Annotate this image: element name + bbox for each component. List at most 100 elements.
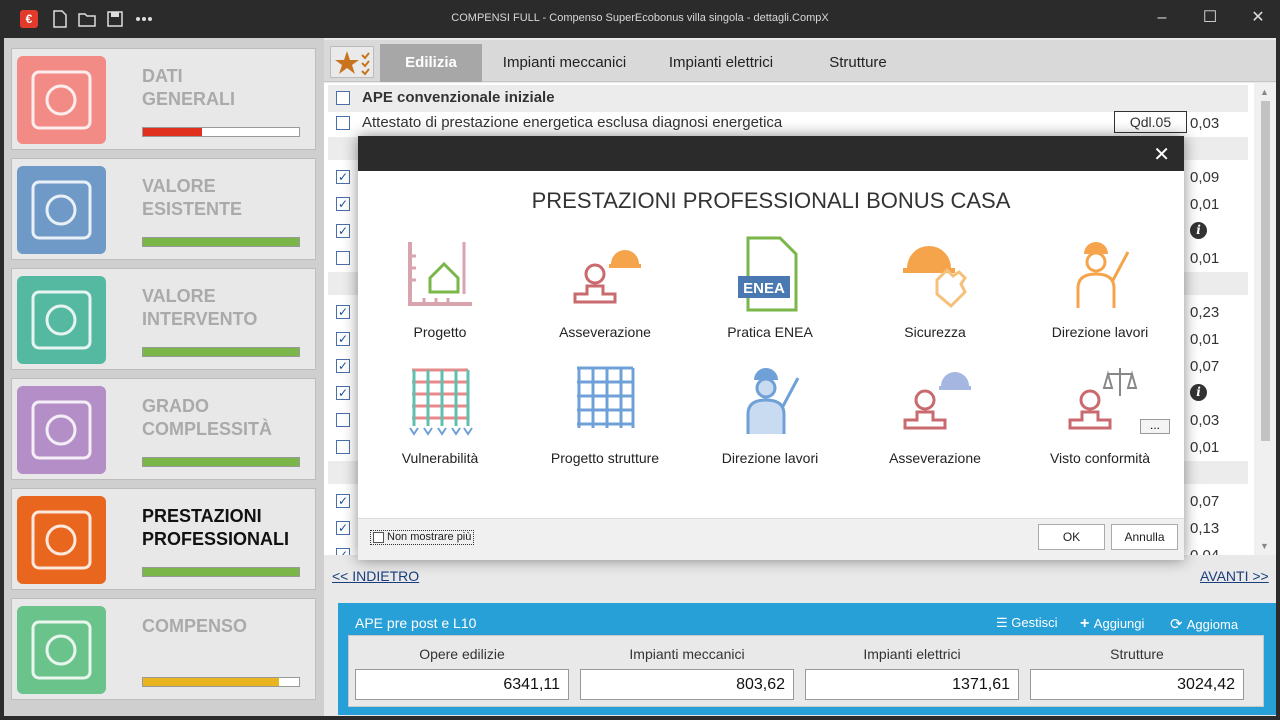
cancel-button[interactable]: Annulla xyxy=(1111,524,1178,550)
total-impianti-elettrici: Impianti elettrici 1371,61 xyxy=(799,636,1025,708)
list-icon: ☰ xyxy=(996,615,1012,630)
progress-bar xyxy=(142,347,300,357)
checkbox[interactable]: ✓ xyxy=(336,305,350,319)
progress-fill xyxy=(143,128,203,136)
row-value: 0,01 xyxy=(1190,250,1220,267)
title-bar: € COMPENSI FULL - Compenso SuperEcobonus… xyxy=(0,0,1280,38)
close-window-button[interactable]: ✕ xyxy=(1244,6,1272,30)
dont-show-again-checkbox[interactable]: Non mostrare più xyxy=(370,530,475,545)
total-opere-edilizie: Opere edilizie 6341,11 xyxy=(349,636,575,708)
service-label: Pratica ENEA xyxy=(727,324,813,340)
service-label: Progetto xyxy=(413,324,467,340)
scroll-down-icon[interactable]: ▼ xyxy=(1260,541,1269,551)
tab-favorites[interactable] xyxy=(330,46,374,78)
sidebar-item-2[interactable]: VALORE INTERVENTO xyxy=(11,268,316,370)
checkbox[interactable] xyxy=(336,413,350,427)
list-header-row[interactable]: APE convenzionale iniziale xyxy=(328,85,1248,112)
close-dialog-icon[interactable]: ✕ xyxy=(1153,142,1170,167)
tab-impianti-elettrici[interactable]: Impianti elettrici xyxy=(646,44,796,82)
manage-button[interactable]: ☰ Gestisci xyxy=(996,615,1058,631)
tab-strutture[interactable]: Strutture xyxy=(800,44,916,82)
checkbox[interactable]: ✓ xyxy=(336,332,350,346)
list-scrollbar[interactable]: ▲ ▼ xyxy=(1254,83,1276,555)
forward-link[interactable]: AVANTI >> xyxy=(1200,568,1269,584)
checkbox[interactable] xyxy=(336,116,350,130)
checkbox[interactable]: ✓ xyxy=(336,521,350,535)
tab-edilizia[interactable]: Edilizia xyxy=(380,44,482,82)
row-value: 0,01 xyxy=(1190,331,1220,348)
back-link[interactable]: << INDIETRO xyxy=(332,568,419,584)
checkbox[interactable]: ✓ xyxy=(336,197,350,211)
column-header: Strutture xyxy=(1110,646,1164,662)
checkbox[interactable] xyxy=(336,440,350,454)
ok-button[interactable]: OK xyxy=(1038,524,1105,550)
column-value: 3024,42 xyxy=(1030,669,1244,700)
tab-impianti-meccanici[interactable]: Impianti meccanici xyxy=(487,44,642,82)
scroll-thumb[interactable] xyxy=(1261,101,1270,441)
add-button[interactable]: + Aggiungi xyxy=(1080,615,1144,633)
service-pratica-enea[interactable]: ENEA Pratica ENEA xyxy=(688,236,852,346)
service-direzione-lavori[interactable]: Direzione lavori xyxy=(1018,236,1182,346)
service-progetto-strutture[interactable]: Progetto strutture xyxy=(523,362,687,472)
maximize-button[interactable]: ☐ xyxy=(1196,6,1224,30)
service-asseverazione-strutture[interactable]: Asseverazione xyxy=(853,362,1017,472)
checkbox[interactable]: ✓ xyxy=(336,224,350,238)
checkbox[interactable]: ✓ xyxy=(336,548,350,555)
stamp-scale-icon xyxy=(1068,368,1138,430)
summary-title: APE pre post e L10 xyxy=(355,615,477,631)
sidebar-item-1[interactable]: VALORE ESISTENTE xyxy=(11,158,316,260)
row-value: 0,03 xyxy=(1190,115,1220,132)
row-value: 0,04 xyxy=(1190,547,1219,555)
list-item[interactable]: Attestato di prestazione energetica escl… xyxy=(328,110,1248,137)
service-visto-conformita[interactable]: Visto conformità xyxy=(1018,362,1182,472)
info-icon[interactable]: i xyxy=(1190,222,1207,239)
service-asseverazione[interactable]: Asseverazione xyxy=(523,236,687,346)
code-badge: Qdl.05 xyxy=(1114,111,1187,133)
section-tile-icon xyxy=(17,166,106,254)
row-value: 0,03 xyxy=(1190,412,1220,429)
service-label: Visto conformità xyxy=(1049,450,1151,466)
row-value: 0,07 xyxy=(1190,358,1220,375)
progress-bar xyxy=(142,457,300,467)
dialog-title: PRESTAZIONI PROFESSIONALI BONUS CASA xyxy=(531,188,1011,213)
checkbox[interactable]: ✓ xyxy=(336,170,350,184)
row-value: 0,01 xyxy=(1190,196,1220,213)
refresh-icon: ⟳ xyxy=(1170,616,1187,633)
checkbox[interactable]: ✓ xyxy=(336,494,350,508)
row-value: 0,13 xyxy=(1190,520,1220,537)
minimize-button[interactable]: – xyxy=(1148,6,1176,30)
section-tile-icon xyxy=(17,56,106,144)
service-direzione-lavori-strutture[interactable]: Direzione lavori xyxy=(688,362,852,472)
service-sicurezza[interactable]: Sicurezza xyxy=(853,236,1017,346)
sidebar-item-label: PRESTAZIONI PROFESSIONALI xyxy=(142,506,290,549)
sidebar-item-label: VALORE INTERVENTO xyxy=(142,286,258,329)
progress-fill xyxy=(143,678,279,686)
helmet-glove-icon xyxy=(903,246,967,309)
row-value: 0,23 xyxy=(1190,304,1220,321)
checkbox[interactable] xyxy=(336,91,350,105)
checkbox-box xyxy=(373,532,384,543)
total-impianti-meccanici: Impianti meccanici 803,62 xyxy=(574,636,800,708)
sidebar-item-0[interactable]: DATI GENERALI xyxy=(11,48,316,150)
service-progetto[interactable]: Progetto xyxy=(358,236,522,346)
enea-badge-text: ENEA xyxy=(743,280,785,297)
progress-bar xyxy=(142,127,300,137)
update-button[interactable]: ⟳ Aggioma xyxy=(1170,615,1238,633)
checkbox-label: Non mostrare più xyxy=(387,531,472,543)
blueprint-house-icon xyxy=(408,242,472,306)
progress-fill xyxy=(143,458,299,466)
sidebar-item-3[interactable]: GRADO COMPLESSITÀ xyxy=(11,378,316,480)
checkbox[interactable] xyxy=(336,251,350,265)
scroll-up-icon[interactable]: ▲ xyxy=(1260,87,1269,97)
sidebar-item-5[interactable]: COMPENSO xyxy=(11,598,316,700)
sidebar-item-4[interactable]: PRESTAZIONI PROFESSIONALI xyxy=(11,488,316,590)
sidebar-item-label: DATI GENERALI xyxy=(142,66,236,109)
checkbox[interactable]: ✓ xyxy=(336,386,350,400)
service-label: Asseverazione xyxy=(889,450,981,466)
checkbox[interactable]: ✓ xyxy=(336,359,350,373)
more-options-button[interactable]: ... xyxy=(1140,419,1170,434)
service-vulnerabilita[interactable]: Vulnerabilità xyxy=(358,362,522,472)
progress-fill xyxy=(143,348,299,356)
info-icon[interactable]: i xyxy=(1190,384,1207,401)
service-label: Direzione lavori xyxy=(721,450,819,466)
